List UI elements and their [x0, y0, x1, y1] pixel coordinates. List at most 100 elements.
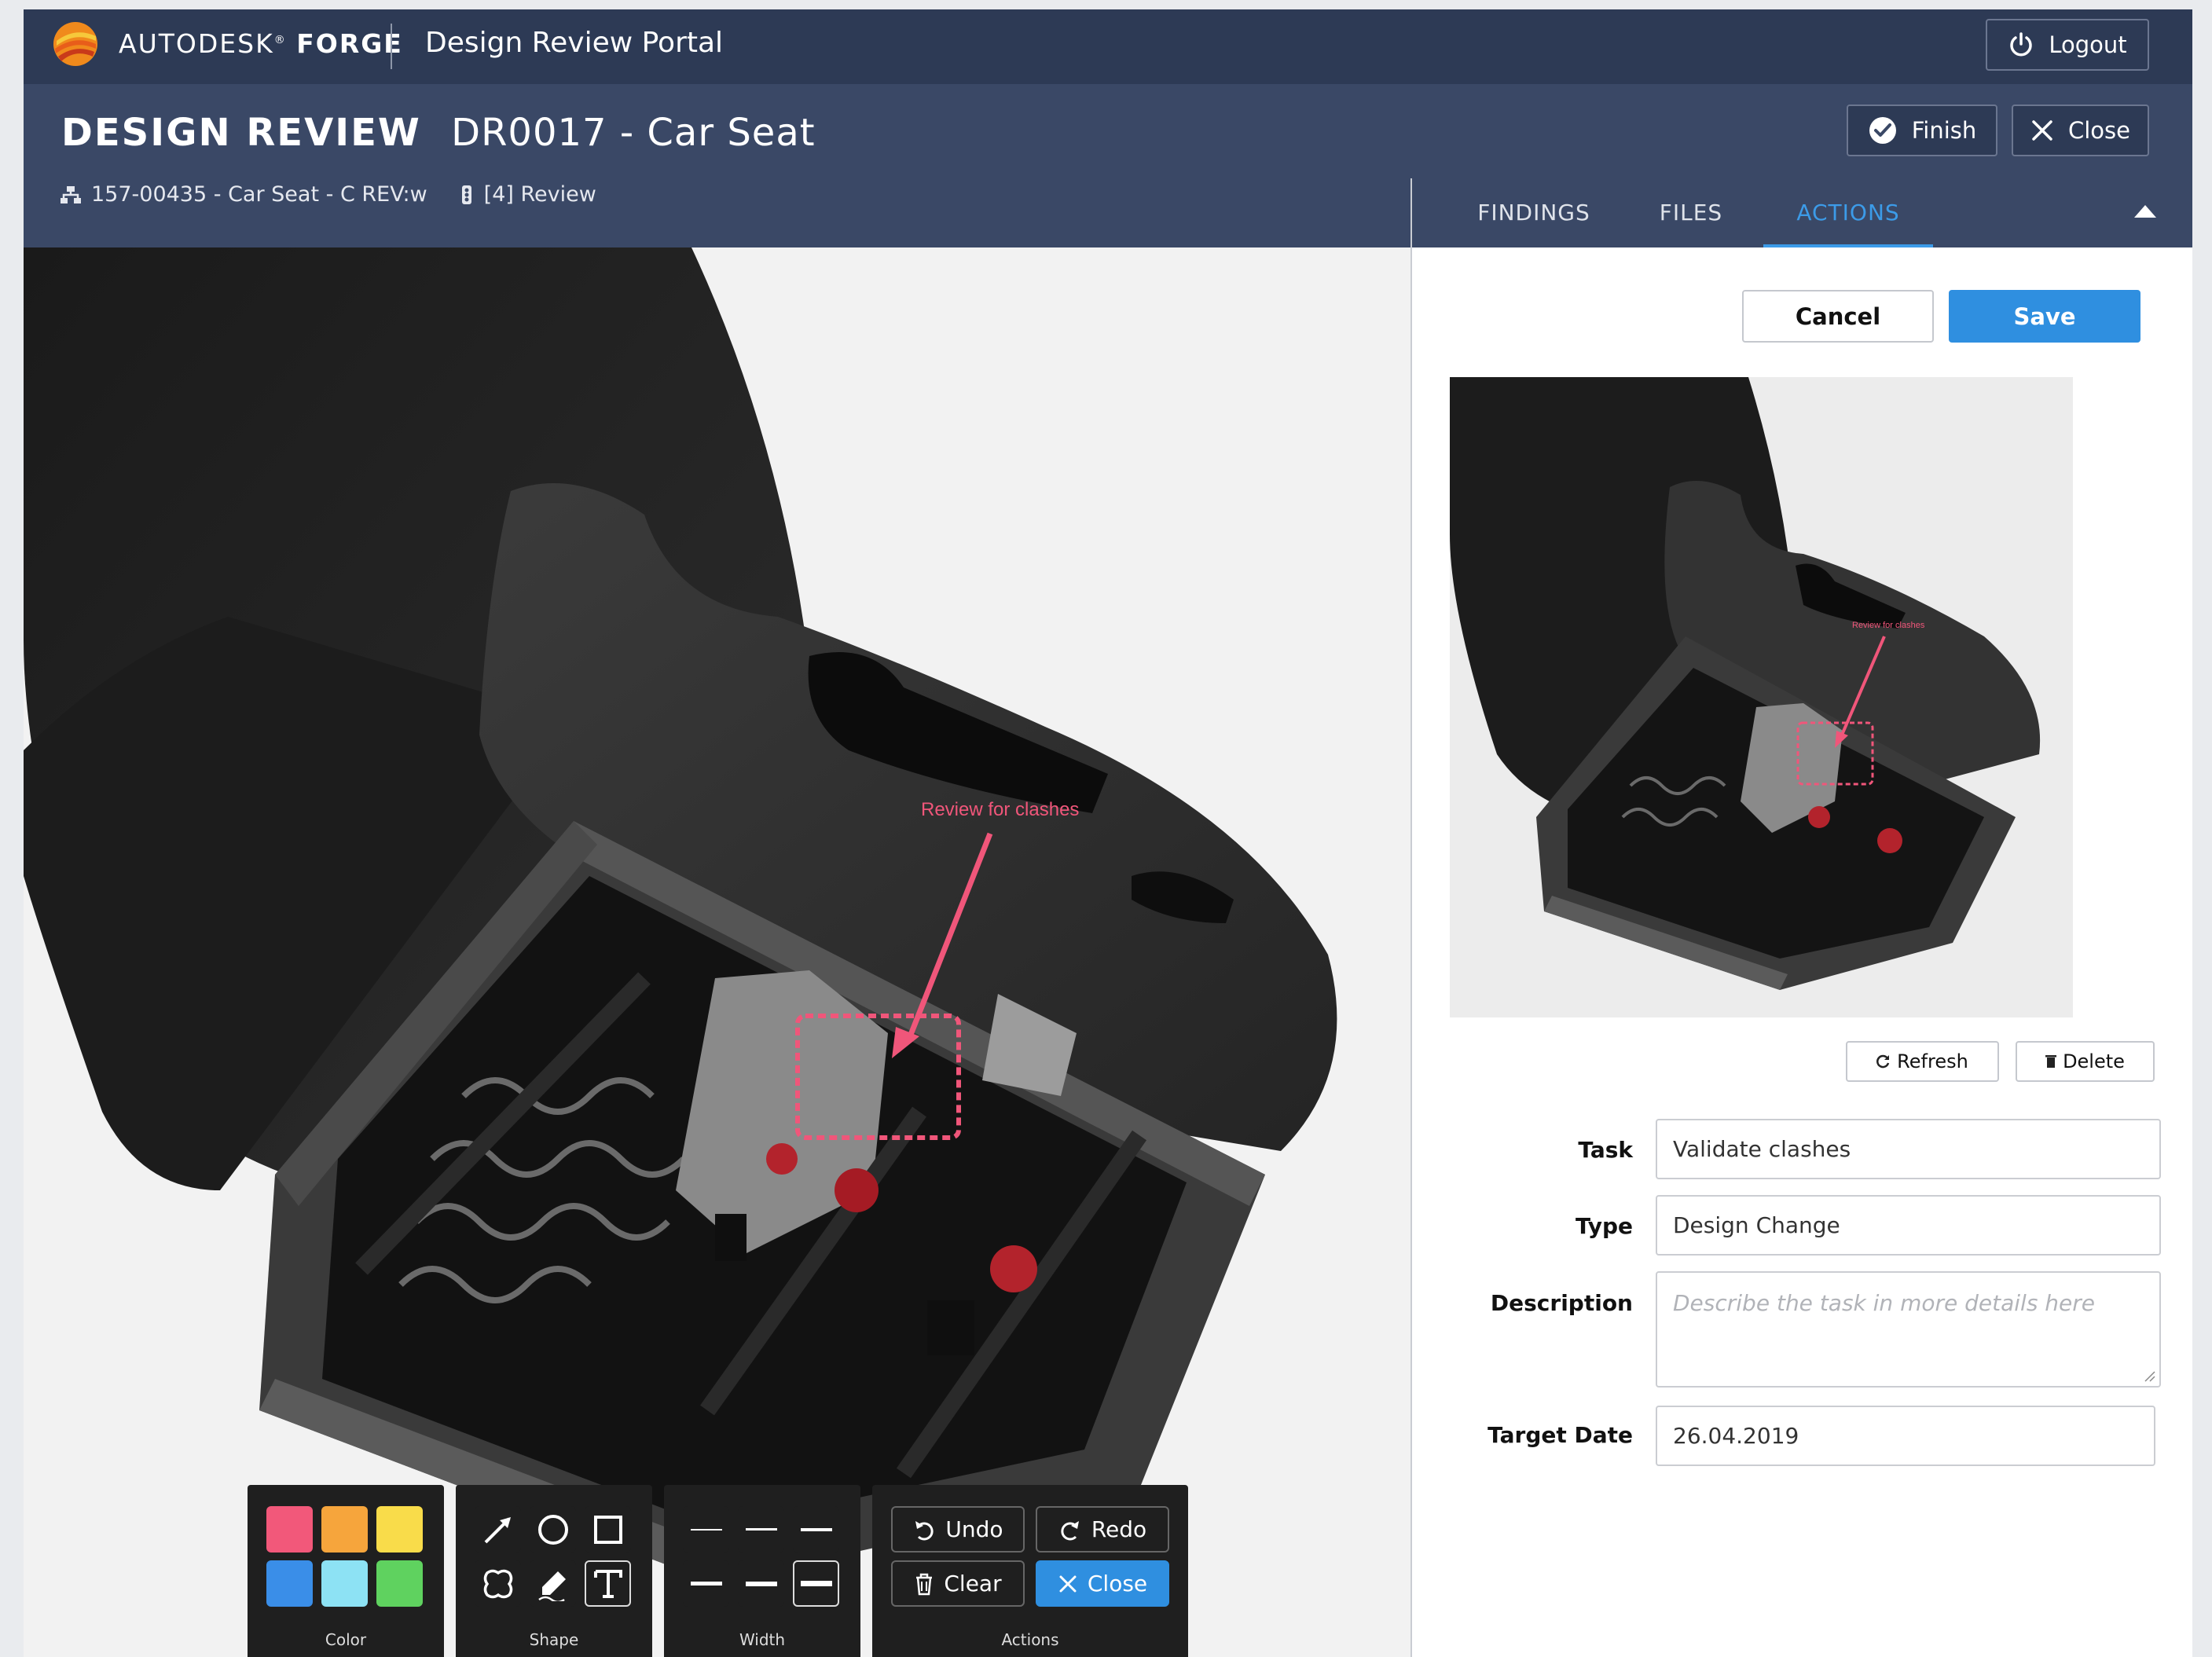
- text-tool-button[interactable]: [585, 1560, 631, 1607]
- rectangle-tool-button[interactable]: [585, 1506, 631, 1553]
- arrow-icon: [484, 1516, 511, 1543]
- check-circle-icon: [1869, 117, 1896, 144]
- description-placeholder: Describe the task in more details here: [1673, 1290, 2096, 1316]
- review-meta: 157-00435 - Car Seat - C REV:w [4] Revie…: [60, 182, 620, 207]
- width-line-4: [690, 1582, 722, 1586]
- redo-button[interactable]: Redo: [1036, 1506, 1169, 1553]
- width-caption: Width: [739, 1630, 786, 1649]
- delete-label: Delete: [2063, 1050, 2125, 1072]
- tab-files[interactable]: FILES: [1648, 178, 1734, 247]
- redo-icon: [1061, 1520, 1079, 1540]
- top-bar: AUTODESK® FORGE Design Review Portal Log…: [24, 9, 2192, 84]
- task-value: Validate clashes: [1673, 1136, 1851, 1162]
- cloud-shape-icon: [483, 1569, 512, 1598]
- finish-label: Finish: [1911, 117, 1977, 144]
- width-thin-button[interactable]: [683, 1506, 729, 1553]
- description-field[interactable]: Describe the task in more details here: [1656, 1271, 2161, 1388]
- type-field[interactable]: Design Change: [1656, 1195, 2161, 1256]
- app-window: AUTODESK® FORGE Design Review Portal Log…: [24, 9, 2192, 1657]
- color-swatch-green[interactable]: [376, 1560, 423, 1607]
- part-number: 157-00435 - Car Seat - C REV:w: [91, 182, 427, 207]
- color-caption: Color: [325, 1630, 367, 1649]
- page-title: DESIGN REVIEW DR0017 - Car Seat: [61, 111, 816, 155]
- width-line-6: [800, 1581, 832, 1586]
- width-line-5: [745, 1581, 777, 1586]
- power-icon: [2010, 32, 2033, 57]
- description-label: Description: [1490, 1290, 1633, 1316]
- task-field[interactable]: Validate clashes: [1656, 1119, 2161, 1179]
- width-line-1: [690, 1528, 722, 1531]
- review-title: DR0017 - Car Seat: [451, 111, 816, 155]
- color-group: Color: [248, 1485, 444, 1657]
- delete-button[interactable]: Delete: [2016, 1041, 2155, 1082]
- traffic-light-icon: [461, 185, 471, 204]
- clear-label: Clear: [944, 1571, 1002, 1597]
- close-icon: [2032, 120, 2052, 141]
- text-icon: [593, 1569, 622, 1598]
- actions-group: Undo Redo Clear Close Actions: [872, 1485, 1188, 1657]
- sitemap-icon: [61, 185, 81, 203]
- width-thick-button[interactable]: [793, 1560, 839, 1607]
- color-swatch-orange[interactable]: [321, 1506, 368, 1553]
- snapshot-thumbnail: Review for clashes: [1450, 377, 2073, 1017]
- close-markup-label: Close: [1087, 1571, 1148, 1597]
- tab-actions[interactable]: ACTIONS: [1763, 178, 1933, 247]
- color-swatch-pink[interactable]: [266, 1506, 313, 1553]
- width-3-button[interactable]: [793, 1506, 839, 1553]
- refresh-button[interactable]: Refresh: [1846, 1041, 1999, 1082]
- type-value: Design Change: [1673, 1212, 1840, 1238]
- pencil-icon: [537, 1571, 566, 1601]
- circle-icon: [537, 1514, 568, 1545]
- close-markup-button[interactable]: Close: [1036, 1560, 1169, 1607]
- finish-button[interactable]: Finish: [1847, 104, 1997, 156]
- color-swatch-yellow[interactable]: [376, 1506, 423, 1553]
- trash-icon: [2045, 1055, 2057, 1068]
- width-line-2: [745, 1528, 777, 1531]
- square-icon: [593, 1515, 622, 1544]
- collapse-panel-icon[interactable]: [2134, 205, 2156, 218]
- arrow-tool-button[interactable]: [475, 1506, 521, 1553]
- color-swatch-blue[interactable]: [266, 1560, 313, 1607]
- freehand-tool-button[interactable]: [530, 1560, 576, 1607]
- logout-button[interactable]: Logout: [1986, 19, 2149, 71]
- save-button[interactable]: Save: [1949, 290, 2140, 343]
- logout-label: Logout: [2049, 31, 2127, 58]
- close-icon: [1059, 1575, 1077, 1592]
- save-label: Save: [2013, 302, 2076, 330]
- target-date-field[interactable]: 26.04.2019: [1656, 1406, 2155, 1466]
- part-info: 157-00435 - Car Seat - C REV:w: [60, 182, 427, 207]
- target-date-label: Target Date: [1488, 1422, 1633, 1448]
- width-5-button[interactable]: [738, 1560, 784, 1607]
- annotation-label: Review for clashes: [921, 799, 1080, 820]
- task-label: Task: [1578, 1137, 1633, 1163]
- panel-tabs: FINDINGS FILES ACTIONS: [1412, 178, 2192, 247]
- close-review-button[interactable]: Close: [2012, 104, 2149, 156]
- thumbnail-annotation-label: Review for clashes: [1852, 621, 1925, 630]
- shape-caption: Shape: [529, 1630, 579, 1649]
- clear-button[interactable]: Clear: [891, 1560, 1025, 1607]
- resize-handle-icon[interactable]: [2144, 1370, 2156, 1383]
- review-kind: DESIGN REVIEW: [61, 111, 421, 155]
- redo-label: Redo: [1091, 1516, 1147, 1542]
- color-swatch-lightblue[interactable]: [321, 1560, 368, 1607]
- shape-group: Shape: [456, 1485, 652, 1657]
- snapshot-model: [1450, 377, 2041, 990]
- model-viewer[interactable]: Review for clashes: [24, 247, 1410, 1657]
- portal-title: Design Review Portal: [425, 27, 724, 59]
- divider: [391, 24, 392, 69]
- tab-findings[interactable]: FINDINGS: [1467, 178, 1601, 247]
- refresh-icon: [1876, 1054, 1890, 1069]
- cloud-tool-button[interactable]: [475, 1560, 521, 1607]
- cancel-label: Cancel: [1795, 302, 1881, 330]
- undo-button[interactable]: Undo: [891, 1506, 1025, 1553]
- status-text: [4] Review: [483, 182, 596, 207]
- cancel-button[interactable]: Cancel: [1742, 290, 1934, 343]
- circle-tool-button[interactable]: [530, 1506, 576, 1553]
- width-4-button[interactable]: [683, 1560, 729, 1607]
- forge-logo-icon: [53, 22, 97, 66]
- side-panel: FINDINGS FILES ACTIONS Cancel Save Revie…: [1410, 178, 2192, 1657]
- actions-caption: Actions: [1001, 1630, 1059, 1649]
- car-seat-model: [24, 247, 1337, 1583]
- brand-name: AUTODESK® FORGE: [119, 28, 403, 59]
- width-2-button[interactable]: [738, 1506, 784, 1553]
